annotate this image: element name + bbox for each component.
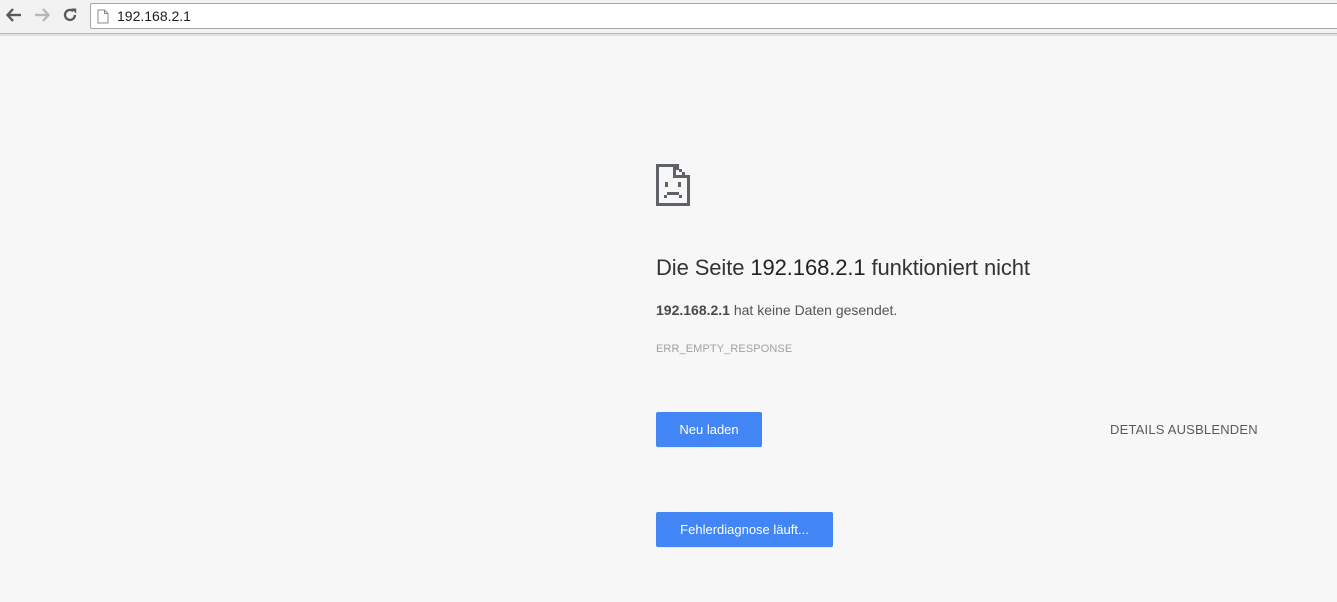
sad-page-icon — [656, 164, 690, 206]
error-code: ERR_EMPTY_RESPONSE — [656, 343, 793, 355]
heading-prefix: Die Seite — [656, 255, 751, 280]
description-text: hat keine Daten gesendet. — [729, 302, 898, 318]
address-bar[interactable]: 192.168.2.1 — [90, 3, 1337, 29]
arrow-right-icon — [35, 8, 50, 22]
error-description: 192.168.2.1 hat keine Daten gesendet. — [656, 302, 897, 318]
hide-details-button[interactable]: DETAILS AUSBLENDEN — [1110, 422, 1258, 437]
diagnose-button[interactable]: Fehlerdiagnose läuft... — [656, 512, 833, 547]
back-button[interactable] — [3, 4, 25, 26]
reload-browser-button[interactable] — [59, 4, 81, 26]
arrow-left-icon — [6, 8, 21, 22]
reload-icon — [63, 8, 77, 22]
heading-suffix: funktioniert nicht — [865, 255, 1031, 280]
description-host: 192.168.2.1 — [656, 302, 730, 318]
page-icon — [97, 9, 109, 23]
error-heading: Die Seite 192.168.2.1 funktioniert nicht — [656, 255, 1030, 281]
heading-host: 192.168.2.1 — [750, 255, 866, 280]
address-bar-url[interactable]: 192.168.2.1 — [117, 8, 191, 24]
browser-toolbar: 192.168.2.1 — [0, 0, 1337, 36]
reload-button[interactable]: Neu laden — [656, 412, 762, 447]
forward-button[interactable] — [31, 4, 53, 26]
